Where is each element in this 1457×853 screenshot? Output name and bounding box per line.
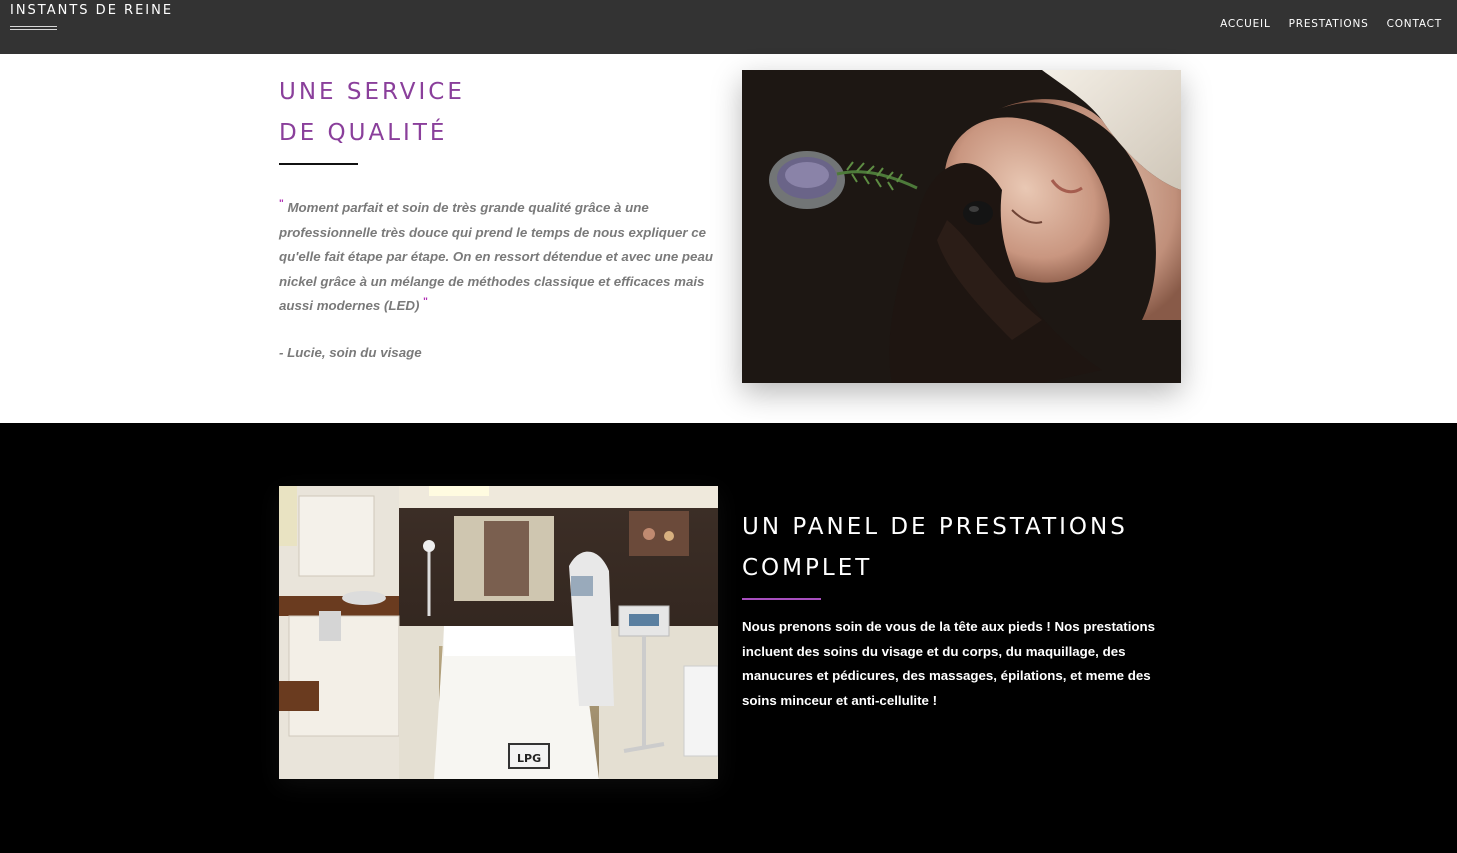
testimonial-author: - Lucie, soin du visage bbox=[279, 345, 422, 360]
quality-section: UNE SERVICE DE QUALITÉ " Moment parfait … bbox=[0, 54, 1457, 423]
services-description: Nous prenons soin de vous de la tête aux… bbox=[742, 619, 1156, 708]
title-divider bbox=[279, 163, 358, 165]
spa-treatment-illustration bbox=[742, 70, 1181, 383]
nav-prestations[interactable]: PRESTATIONS bbox=[1289, 18, 1369, 30]
services-title-line-2: COMPLET bbox=[742, 555, 873, 581]
treatment-room-photo: LPG bbox=[279, 486, 718, 779]
quality-title: UNE SERVICE DE QUALITÉ bbox=[279, 72, 465, 154]
logo-underline bbox=[10, 26, 57, 30]
site-logo[interactable]: INSTANTS DE REINE bbox=[10, 3, 173, 18]
quote-mark-open: " bbox=[279, 198, 284, 210]
services-title-line-1: UN PANEL DE PRESTATIONS bbox=[742, 514, 1128, 540]
svg-text:LPG: LPG bbox=[517, 752, 541, 765]
services-divider bbox=[742, 598, 821, 600]
testimonial-quote: " Moment parfait et soin de très grande … bbox=[279, 196, 724, 319]
quality-title-line-2: DE QUALITÉ bbox=[279, 120, 448, 146]
site-header: INSTANTS DE REINE ACCUEIL PRESTATIONS CO… bbox=[0, 0, 1457, 54]
treatment-room-illustration: LPG bbox=[279, 486, 718, 779]
services-section: LPG UN PANEL DE PRESTATIONS COMPLET Nous… bbox=[0, 423, 1457, 853]
nav-contact[interactable]: CONTACT bbox=[1387, 18, 1442, 30]
quote-mark-close: " bbox=[423, 296, 428, 308]
quality-title-line-1: UNE SERVICE bbox=[279, 79, 465, 105]
spa-treatment-photo bbox=[742, 70, 1181, 383]
nav-accueil[interactable]: ACCUEIL bbox=[1220, 18, 1271, 30]
services-title: UN PANEL DE PRESTATIONS COMPLET bbox=[742, 507, 1128, 589]
main-nav: ACCUEIL PRESTATIONS CONTACT bbox=[1220, 18, 1442, 30]
testimonial-text: Moment parfait et soin de très grande qu… bbox=[279, 200, 713, 313]
